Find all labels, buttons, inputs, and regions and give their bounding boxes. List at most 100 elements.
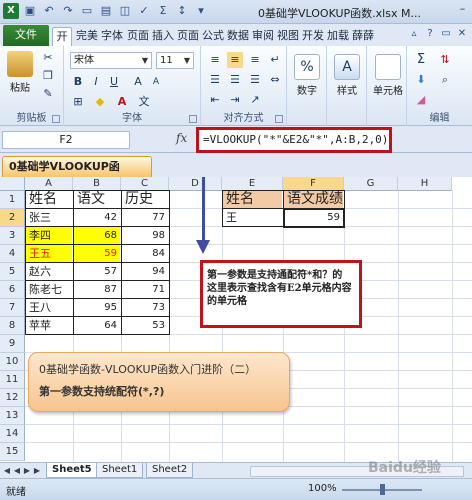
format-painter-icon[interactable]: ✎ bbox=[40, 86, 56, 102]
font-color-icon[interactable]: A bbox=[114, 94, 130, 110]
align-left-icon[interactable]: ☰ bbox=[207, 72, 223, 88]
number-format-button[interactable]: % 数字 bbox=[293, 54, 321, 97]
cell-c7[interactable]: 73 bbox=[122, 299, 168, 316]
tab-addins[interactable]: 加载 bbox=[326, 27, 350, 46]
cell-b8[interactable]: 64 bbox=[74, 317, 120, 334]
cell-b4[interactable]: 59 bbox=[74, 245, 120, 262]
tab-home[interactable]: 开始 bbox=[52, 27, 72, 61]
merge-icon[interactable]: ⇔ bbox=[267, 72, 283, 88]
tab-view[interactable]: 视图 bbox=[276, 27, 300, 46]
font-launcher-icon[interactable] bbox=[189, 115, 197, 123]
column-header-b[interactable]: B bbox=[73, 177, 121, 191]
tab-review[interactable]: 审阅 bbox=[251, 27, 275, 46]
row-header-3[interactable]: 3 bbox=[0, 227, 25, 245]
preview-icon[interactable]: ◫ bbox=[117, 3, 133, 19]
fill-icon[interactable]: ⬇ bbox=[413, 72, 429, 88]
row-header-14[interactable]: 14 bbox=[0, 425, 25, 443]
increase-indent-icon[interactable]: ⇥ bbox=[227, 92, 243, 108]
prev-sheet-icon[interactable]: ◀ bbox=[12, 465, 22, 477]
minimize-button[interactable]: – bbox=[453, 0, 472, 20]
tab-insert[interactable]: 插入 bbox=[151, 27, 175, 46]
file-tab[interactable]: 文件 bbox=[3, 25, 49, 46]
align-middle-icon[interactable]: ≡ bbox=[227, 52, 243, 68]
alignment-launcher-icon[interactable] bbox=[275, 115, 283, 123]
align-bottom-icon[interactable]: ≡ bbox=[247, 52, 263, 68]
row-header-8[interactable]: 8 bbox=[0, 317, 25, 335]
row-header-12[interactable]: 12 bbox=[0, 389, 25, 407]
cell-a1[interactable]: 姓名 bbox=[26, 191, 72, 208]
cell-f1[interactable]: 语文成绩 bbox=[284, 191, 343, 208]
orientation-icon[interactable]: ↗ bbox=[247, 92, 263, 108]
decrease-indent-icon[interactable]: ⇤ bbox=[207, 92, 223, 108]
help-icon[interactable]: ? bbox=[424, 28, 436, 40]
cell-c3[interactable]: 98 bbox=[122, 227, 168, 244]
align-top-icon[interactable]: ≡ bbox=[207, 52, 223, 68]
formula-input[interactable]: =VLOOKUP("*"&E2&"*",A:B,2,0) bbox=[196, 127, 392, 153]
row-header-15[interactable]: 15 bbox=[0, 443, 25, 461]
redo-icon[interactable]: ↷ bbox=[60, 3, 76, 19]
sort-filter-icon[interactable]: ⇅ bbox=[437, 52, 453, 68]
cell-a3[interactable]: 李四 bbox=[26, 227, 72, 244]
styles-button[interactable]: A 样式 bbox=[333, 54, 361, 97]
clear-icon[interactable]: ◢ bbox=[413, 92, 429, 108]
sum-icon[interactable]: Σ bbox=[155, 3, 171, 19]
tab-perfect[interactable]: 完美 bbox=[75, 27, 99, 46]
tab-font[interactable]: 字体 bbox=[100, 27, 124, 46]
cell-a4[interactable]: 王五 bbox=[26, 245, 72, 262]
column-header-c[interactable]: C bbox=[121, 177, 169, 191]
row-header-13[interactable]: 13 bbox=[0, 407, 25, 425]
first-sheet-icon[interactable]: ◀ bbox=[2, 465, 12, 477]
zoom-level[interactable]: 100% bbox=[308, 483, 337, 494]
align-right-icon[interactable]: ☰ bbox=[247, 72, 263, 88]
cell-b3[interactable]: 68 bbox=[74, 227, 120, 244]
sheet-tab-sheet1[interactable]: Sheet1 bbox=[96, 463, 144, 478]
print-icon[interactable]: ▤ bbox=[98, 3, 114, 19]
customize-qat-icon[interactable]: ▾ bbox=[193, 3, 209, 19]
cell-c6[interactable]: 71 bbox=[122, 281, 168, 298]
cell-c2[interactable]: 77 bbox=[122, 209, 168, 226]
phonetic-icon[interactable]: 文 bbox=[136, 94, 152, 110]
cell-b2[interactable]: 42 bbox=[74, 209, 120, 226]
bold-icon[interactable]: B bbox=[70, 74, 86, 90]
cell-a2[interactable]: 张三 bbox=[26, 209, 72, 226]
row-header-7[interactable]: 7 bbox=[0, 299, 25, 317]
tab-xuexue[interactable]: 薛薛 bbox=[351, 27, 375, 46]
last-sheet-icon[interactable]: ▶ bbox=[32, 465, 42, 477]
cell-c5[interactable]: 94 bbox=[122, 263, 168, 280]
font-size-select[interactable]: 11 ▼ bbox=[156, 52, 194, 69]
fx-icon[interactable]: fx bbox=[176, 131, 187, 145]
cell-c1[interactable]: 历史 bbox=[122, 191, 168, 208]
undo-icon[interactable]: ↶ bbox=[41, 3, 57, 19]
cells-button[interactable]: 单元格 bbox=[371, 54, 405, 97]
clipboard-launcher-icon[interactable] bbox=[52, 115, 60, 123]
row-header-1[interactable]: 1 bbox=[0, 191, 25, 209]
cell-c4[interactable]: 84 bbox=[122, 245, 168, 262]
column-header-d[interactable]: D bbox=[169, 177, 222, 191]
autosum-icon[interactable]: Σ bbox=[413, 52, 429, 68]
tab-formulas[interactable]: 公式 bbox=[201, 27, 225, 46]
zoom-slider-handle[interactable] bbox=[380, 484, 385, 495]
italic-icon[interactable]: I bbox=[88, 74, 104, 90]
grow-font-icon[interactable]: A bbox=[130, 74, 146, 90]
spell-icon[interactable]: ✓ bbox=[136, 3, 152, 19]
save-icon[interactable]: ▣ bbox=[22, 3, 38, 19]
copy-icon[interactable]: ❐ bbox=[40, 68, 56, 84]
row-header-9[interactable]: 9 bbox=[0, 335, 25, 353]
cell-e1[interactable]: 姓名 bbox=[223, 191, 282, 208]
shrink-font-icon[interactable]: A bbox=[148, 74, 164, 90]
row-header-11[interactable]: 11 bbox=[0, 371, 25, 389]
cell-b6[interactable]: 87 bbox=[74, 281, 120, 298]
tab-developer[interactable]: 开发 bbox=[301, 27, 325, 46]
row-header-2[interactable]: 2 bbox=[0, 209, 25, 227]
cell-a7[interactable]: 王八 bbox=[26, 299, 72, 316]
row-header-5[interactable]: 5 bbox=[0, 263, 25, 281]
tab-data[interactable]: 数据 bbox=[226, 27, 250, 46]
spreadsheet-grid[interactable]: A B C D E F G H 1 2 3 4 5 6 7 8 9 10 11 … bbox=[0, 177, 472, 462]
cell-a8[interactable]: 苹苹 bbox=[26, 317, 72, 334]
find-icon[interactable]: ⌕ bbox=[437, 72, 453, 88]
paste-button[interactable]: 粘贴 bbox=[6, 51, 34, 94]
cut-icon[interactable]: ✂ bbox=[40, 50, 56, 66]
workbook-tab[interactable]: 0基础学VLOOKUP函数.xlsx bbox=[2, 156, 152, 192]
close-icon[interactable]: ✕ bbox=[456, 28, 468, 40]
next-sheet-icon[interactable]: ▶ bbox=[22, 465, 32, 477]
